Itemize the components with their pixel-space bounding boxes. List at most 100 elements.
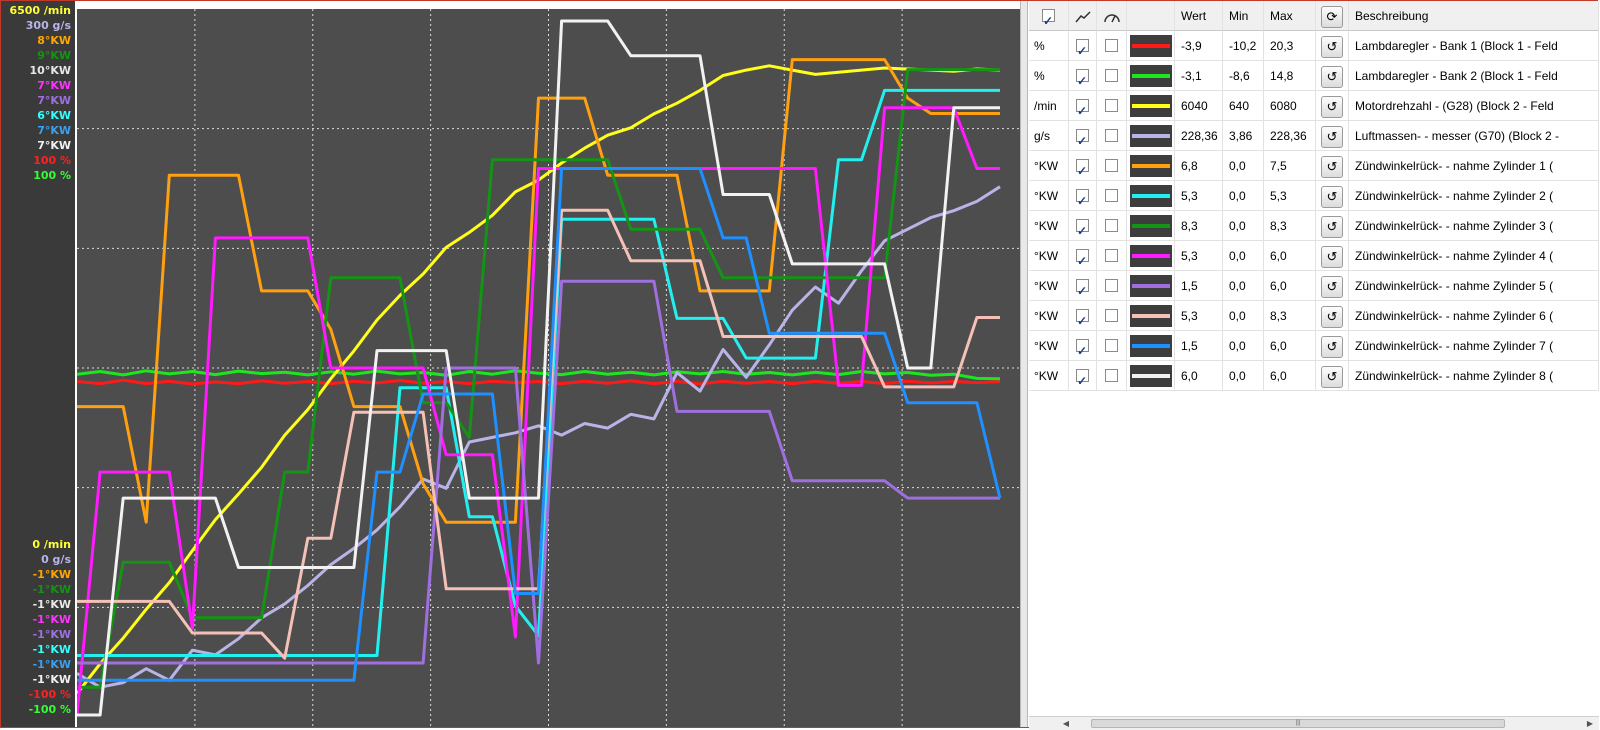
reset-icon[interactable]: ↺ <box>1321 275 1343 298</box>
channel-row[interactable]: °KW 1,50,06,0↺ Zündwinkelrück- - nahme Zyl… <box>1029 271 1599 301</box>
reset-icon[interactable]: ↺ <box>1321 35 1343 58</box>
reset-icon[interactable]: ↺ <box>1321 365 1343 388</box>
visible-cell[interactable] <box>1069 151 1097 181</box>
channel-row[interactable]: °KW5,30,05,3↺Zündwinkelrück- - nahme Zyl… <box>1029 181 1599 211</box>
gauge-checkbox[interactable] <box>1105 369 1118 383</box>
reset-cell[interactable]: ↺ <box>1316 211 1349 241</box>
gauge-cell[interactable] <box>1097 121 1127 151</box>
gauge-cell[interactable] <box>1097 151 1127 181</box>
line-color-swatch[interactable] <box>1130 95 1172 117</box>
scroll-left-icon[interactable]: ◀ <box>1059 717 1073 730</box>
reset-cell[interactable]: ↺ <box>1316 331 1349 361</box>
scrollbar-thumb[interactable]: ||| <box>1091 719 1505 728</box>
color-cell[interactable] <box>1127 121 1175 151</box>
channel-row[interactable]: °KW 5,30,08,3↺ Zündwinkelrück- - nahme Zyl… <box>1029 301 1599 331</box>
color-cell[interactable] <box>1127 361 1175 391</box>
header-min[interactable]: Min <box>1223 1 1264 31</box>
reset-cell[interactable]: ↺ <box>1316 361 1349 391</box>
color-cell[interactable] <box>1127 331 1175 361</box>
visible-cell[interactable] <box>1069 121 1097 151</box>
reset-icon[interactable]: ↺ <box>1321 65 1343 88</box>
reset-cell[interactable]: ↺ <box>1316 151 1349 181</box>
reset-cell[interactable]: ↺ <box>1316 181 1349 211</box>
gauge-cell[interactable] <box>1097 331 1127 361</box>
color-cell[interactable] <box>1127 211 1175 241</box>
visible-cell[interactable] <box>1069 331 1097 361</box>
line-color-swatch[interactable] <box>1130 65 1172 87</box>
header-select-all[interactable] <box>1029 1 1069 31</box>
visible-checkbox[interactable] <box>1076 126 1089 150</box>
gauge-checkbox[interactable] <box>1105 69 1118 83</box>
visible-cell[interactable] <box>1069 241 1097 271</box>
visible-checkbox[interactable] <box>1076 66 1089 90</box>
reset-icon[interactable]: ↺ <box>1321 335 1343 358</box>
panel-splitter[interactable] <box>1020 1 1028 727</box>
channel-row[interactable]: % -3,1-8,614,8↺ Lambdaregler - Bank 2 (Blo… <box>1029 61 1599 91</box>
gauge-cell[interactable] <box>1097 61 1127 91</box>
reset-icon[interactable]: ↺ <box>1321 155 1343 178</box>
gauge-checkbox[interactable] <box>1105 249 1118 263</box>
channel-row[interactable]: °KW 6,80,07,5↺ Zündwinkelrück- - nahme Zyl… <box>1029 151 1599 181</box>
reset-icon[interactable]: ↺ <box>1321 125 1343 148</box>
line-color-swatch[interactable] <box>1130 125 1172 147</box>
color-cell[interactable] <box>1127 151 1175 181</box>
header-chart-column[interactable] <box>1069 1 1097 31</box>
visible-cell[interactable] <box>1069 361 1097 391</box>
gauge-cell[interactable] <box>1097 361 1127 391</box>
refresh-icon[interactable]: ⟳ <box>1321 5 1343 28</box>
reset-cell[interactable]: ↺ <box>1316 271 1349 301</box>
reset-icon[interactable]: ↺ <box>1321 215 1343 238</box>
visible-cell[interactable] <box>1069 61 1097 91</box>
color-cell[interactable] <box>1127 91 1175 121</box>
gauge-checkbox[interactable] <box>1105 39 1118 53</box>
line-color-swatch[interactable] <box>1130 305 1172 327</box>
line-color-swatch[interactable] <box>1130 245 1172 267</box>
gauge-cell[interactable] <box>1097 211 1127 241</box>
gauge-checkbox[interactable] <box>1105 219 1118 233</box>
line-color-swatch[interactable] <box>1130 335 1172 357</box>
horizontal-scrollbar[interactable]: ◀ ||| ▶ <box>1029 716 1599 730</box>
channel-row[interactable]: /min 60406406080↺ Motordrehzahl - (G28) (B… <box>1029 91 1599 121</box>
reset-icon[interactable]: ↺ <box>1321 185 1343 208</box>
gauge-checkbox[interactable] <box>1105 159 1118 173</box>
header-max[interactable]: Max <box>1264 1 1316 31</box>
gauge-checkbox[interactable] <box>1105 309 1118 323</box>
reset-cell[interactable]: ↺ <box>1316 91 1349 121</box>
visible-checkbox[interactable] <box>1076 96 1089 120</box>
visible-cell[interactable] <box>1069 211 1097 241</box>
visible-checkbox[interactable] <box>1076 276 1089 300</box>
visible-checkbox[interactable] <box>1076 156 1089 180</box>
select-all-checkbox[interactable] <box>1042 6 1055 30</box>
line-chart[interactable] <box>77 9 1020 727</box>
reset-cell[interactable]: ↺ <box>1316 241 1349 271</box>
header-wert[interactable]: Wert <box>1175 1 1223 31</box>
reset-icon[interactable]: ↺ <box>1321 245 1343 268</box>
color-cell[interactable] <box>1127 31 1175 61</box>
channel-row[interactable]: % -3,9-10,220,3↺ Lambdaregler - Bank 1 (Bl… <box>1029 31 1599 61</box>
gauge-cell[interactable] <box>1097 301 1127 331</box>
visible-checkbox[interactable] <box>1076 36 1089 60</box>
visible-checkbox[interactable] <box>1076 336 1089 360</box>
reset-cell[interactable]: ↺ <box>1316 31 1349 61</box>
visible-cell[interactable] <box>1069 91 1097 121</box>
reset-icon[interactable]: ↺ <box>1321 305 1343 328</box>
visible-checkbox[interactable] <box>1076 186 1089 210</box>
gauge-checkbox[interactable] <box>1105 279 1118 293</box>
visible-cell[interactable] <box>1069 31 1097 61</box>
visible-checkbox[interactable] <box>1076 306 1089 330</box>
header-gauge-column[interactable] <box>1097 1 1127 31</box>
channel-row[interactable]: °KW8,30,08,3↺Zündwinkelrück- - nahme Zyl… <box>1029 211 1599 241</box>
visible-checkbox[interactable] <box>1076 366 1089 390</box>
gauge-checkbox[interactable] <box>1105 339 1118 353</box>
line-color-swatch[interactable] <box>1130 215 1172 237</box>
channel-row[interactable]: °KW6,00,06,0↺Zündwinkelrück- - nahme Zyl… <box>1029 361 1599 391</box>
gauge-cell[interactable] <box>1097 31 1127 61</box>
gauge-cell[interactable] <box>1097 181 1127 211</box>
gauge-cell[interactable] <box>1097 241 1127 271</box>
reset-cell[interactable]: ↺ <box>1316 301 1349 331</box>
header-reset-all[interactable]: ⟳ <box>1316 1 1349 31</box>
line-color-swatch[interactable] <box>1130 275 1172 297</box>
chart-plot-area[interactable] <box>77 9 1020 727</box>
gauge-checkbox[interactable] <box>1105 189 1118 203</box>
color-cell[interactable] <box>1127 241 1175 271</box>
